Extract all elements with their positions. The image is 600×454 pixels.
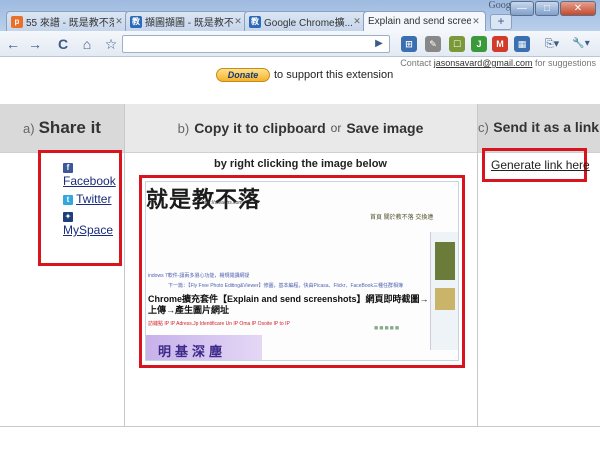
preview-nav: 首頁 關於教不落 交換連 bbox=[370, 215, 434, 221]
new-tab-button[interactable]: + bbox=[490, 14, 512, 30]
send-letter: c) bbox=[477, 120, 489, 135]
column-divider-left bbox=[124, 104, 125, 426]
facebook-link[interactable]: Facebook bbox=[63, 174, 116, 188]
tab-label: 55 來譜 - 既是教不落... bbox=[26, 18, 114, 29]
share-title: Share it bbox=[38, 118, 101, 137]
tab-strip: p 55 來譜 - 既是教不落... ✕ 教 擷圖擷圖 - 既是教不... ✕ … bbox=[6, 11, 512, 31]
donate-button[interactable]: Donate bbox=[216, 68, 270, 82]
facebook-icon: f bbox=[63, 162, 73, 173]
copy-heading: b) Copy it to clipboard or Save image bbox=[124, 104, 477, 152]
tab-favicon-icon: p bbox=[11, 15, 23, 28]
footer-divider bbox=[0, 426, 600, 427]
twitter-icon: t bbox=[63, 194, 73, 205]
contact-suffix: for suggestions bbox=[532, 58, 596, 68]
preview-banner: 就是教不落 bbox=[146, 187, 262, 213]
donate-text: to support this extension bbox=[274, 69, 394, 81]
tab-1[interactable]: p 55 來譜 - 既是教不落... ✕ bbox=[6, 11, 129, 31]
myspace-icon: ✦ bbox=[63, 211, 73, 222]
share-myspace[interactable]: ✦ MySpace bbox=[63, 209, 113, 237]
close-button[interactable]: ✕ bbox=[560, 1, 596, 16]
send-title: Send it as a link bbox=[493, 119, 600, 135]
browser-toolbar: ← → C ⌂ ☆ ▶ ⊞ ✎ ☐ J M ▦ ⎘▾ 🔧▾ bbox=[0, 31, 600, 57]
back-icon[interactable]: ← bbox=[4, 35, 22, 53]
donate-row: Donate to support this extension bbox=[216, 68, 393, 82]
preview-icons: ■■■■■ bbox=[374, 325, 401, 332]
tab-label: Google Chrome擴... bbox=[264, 18, 352, 29]
share-heading: a) Share it bbox=[0, 104, 124, 152]
tab-label: 擷圖擷圖 - 既是教不... bbox=[145, 18, 233, 29]
home-icon[interactable]: ⌂ bbox=[78, 35, 96, 53]
address-bar[interactable] bbox=[122, 35, 390, 53]
preview-sidebar bbox=[430, 232, 458, 350]
send-heading: c) Send it as a link bbox=[477, 104, 600, 152]
tab-favicon-icon: 教 bbox=[130, 15, 142, 28]
tab-close-icon[interactable]: ✕ bbox=[114, 16, 124, 27]
tab-close-icon[interactable]: ✕ bbox=[352, 16, 362, 27]
go-icon[interactable]: ▶ bbox=[370, 35, 388, 53]
star-icon[interactable]: ☆ bbox=[102, 35, 120, 53]
page-menu-icon[interactable]: ⎘▾ bbox=[540, 35, 564, 53]
tool-icon[interactable]: ✎ bbox=[425, 36, 441, 52]
contact-prefix: Contact bbox=[400, 58, 434, 68]
maximize-button[interactable]: □ bbox=[535, 1, 559, 16]
screenshot-preview-image[interactable]: 就是教不落 http://steachs.com 首頁 關於教不落 交換連 in… bbox=[145, 181, 459, 361]
window-controls: — □ ✕ bbox=[509, 1, 596, 16]
tab-2[interactable]: 教 擷圖擷圖 - 既是教不... ✕ bbox=[125, 11, 248, 31]
tab-favicon-icon: 教 bbox=[249, 15, 261, 28]
preview-links: 訪鏈點 IP IP Adress.Jp Identificare Un IP O… bbox=[148, 321, 290, 327]
tab-close-icon[interactable]: ✕ bbox=[471, 16, 481, 27]
copy-letter: b) bbox=[177, 120, 190, 136]
contact-line: Contact jasonsavard@gmail.com for sugges… bbox=[400, 58, 596, 68]
preview-title: Chrome擴充套件【Explain and send screenshots】… bbox=[148, 294, 429, 315]
generate-link[interactable]: Generate link here bbox=[491, 158, 590, 172]
tab-label: Explain and send scree... bbox=[368, 16, 471, 27]
save-title: Save image bbox=[346, 120, 424, 136]
preview-sidebar-block bbox=[435, 242, 455, 280]
preview-sidebar-block bbox=[435, 288, 455, 310]
gmail-icon[interactable]: M bbox=[492, 36, 508, 52]
share-facebook[interactable]: f Facebook bbox=[63, 160, 116, 188]
preview-crumbs-1: indows 7軟件-讓兩多瀏心功能，楊規閱讀網疑 bbox=[148, 273, 250, 279]
preview-url: http://steachs.com bbox=[202, 200, 243, 206]
copy-title: Copy it to clipboard bbox=[194, 120, 326, 136]
preview-crumbs-2: 下一篇：【Fly Free Photo Editing&Viewer】修圖，基本… bbox=[168, 283, 403, 289]
tab-icon[interactable]: ⊞ bbox=[401, 36, 417, 52]
share-letter: a) bbox=[23, 120, 35, 136]
title-bar: Google — □ ✕ p 55 來譜 - 既是教不落... ✕ 教 擷圖擷圖… bbox=[0, 0, 600, 31]
tab-3[interactable]: 教 Google Chrome擴... ✕ bbox=[244, 11, 367, 31]
share-twitter[interactable]: t Twitter bbox=[63, 192, 111, 206]
minimize-button[interactable]: — bbox=[510, 1, 534, 16]
preview-purple-banner: 明基深塵 bbox=[146, 335, 262, 360]
column-divider-right bbox=[477, 104, 478, 426]
tab-close-icon[interactable]: ✕ bbox=[233, 16, 243, 27]
twitter-link[interactable]: Twitter bbox=[76, 192, 111, 206]
reload-icon[interactable]: C bbox=[54, 35, 72, 53]
j-icon[interactable]: J bbox=[471, 36, 487, 52]
contact-email-link[interactable]: jasonsavard@gmail.com bbox=[434, 58, 533, 68]
tab-4-active[interactable]: Explain and send scree... ✕ bbox=[363, 11, 486, 31]
extension-page: Contact jasonsavard@gmail.com for sugges… bbox=[0, 58, 600, 454]
preview-purple-text: 明基深塵 bbox=[158, 345, 227, 360]
copy-instructions: by right clicking the image below bbox=[214, 158, 387, 170]
cal-icon[interactable]: ☐ bbox=[449, 36, 465, 52]
copy-or: or bbox=[330, 121, 342, 135]
myspace-link[interactable]: MySpace bbox=[63, 223, 113, 237]
screen-icon[interactable]: ▦ bbox=[514, 36, 530, 52]
forward-icon[interactable]: → bbox=[26, 35, 44, 53]
wrench-menu-icon[interactable]: 🔧▾ bbox=[568, 35, 594, 53]
